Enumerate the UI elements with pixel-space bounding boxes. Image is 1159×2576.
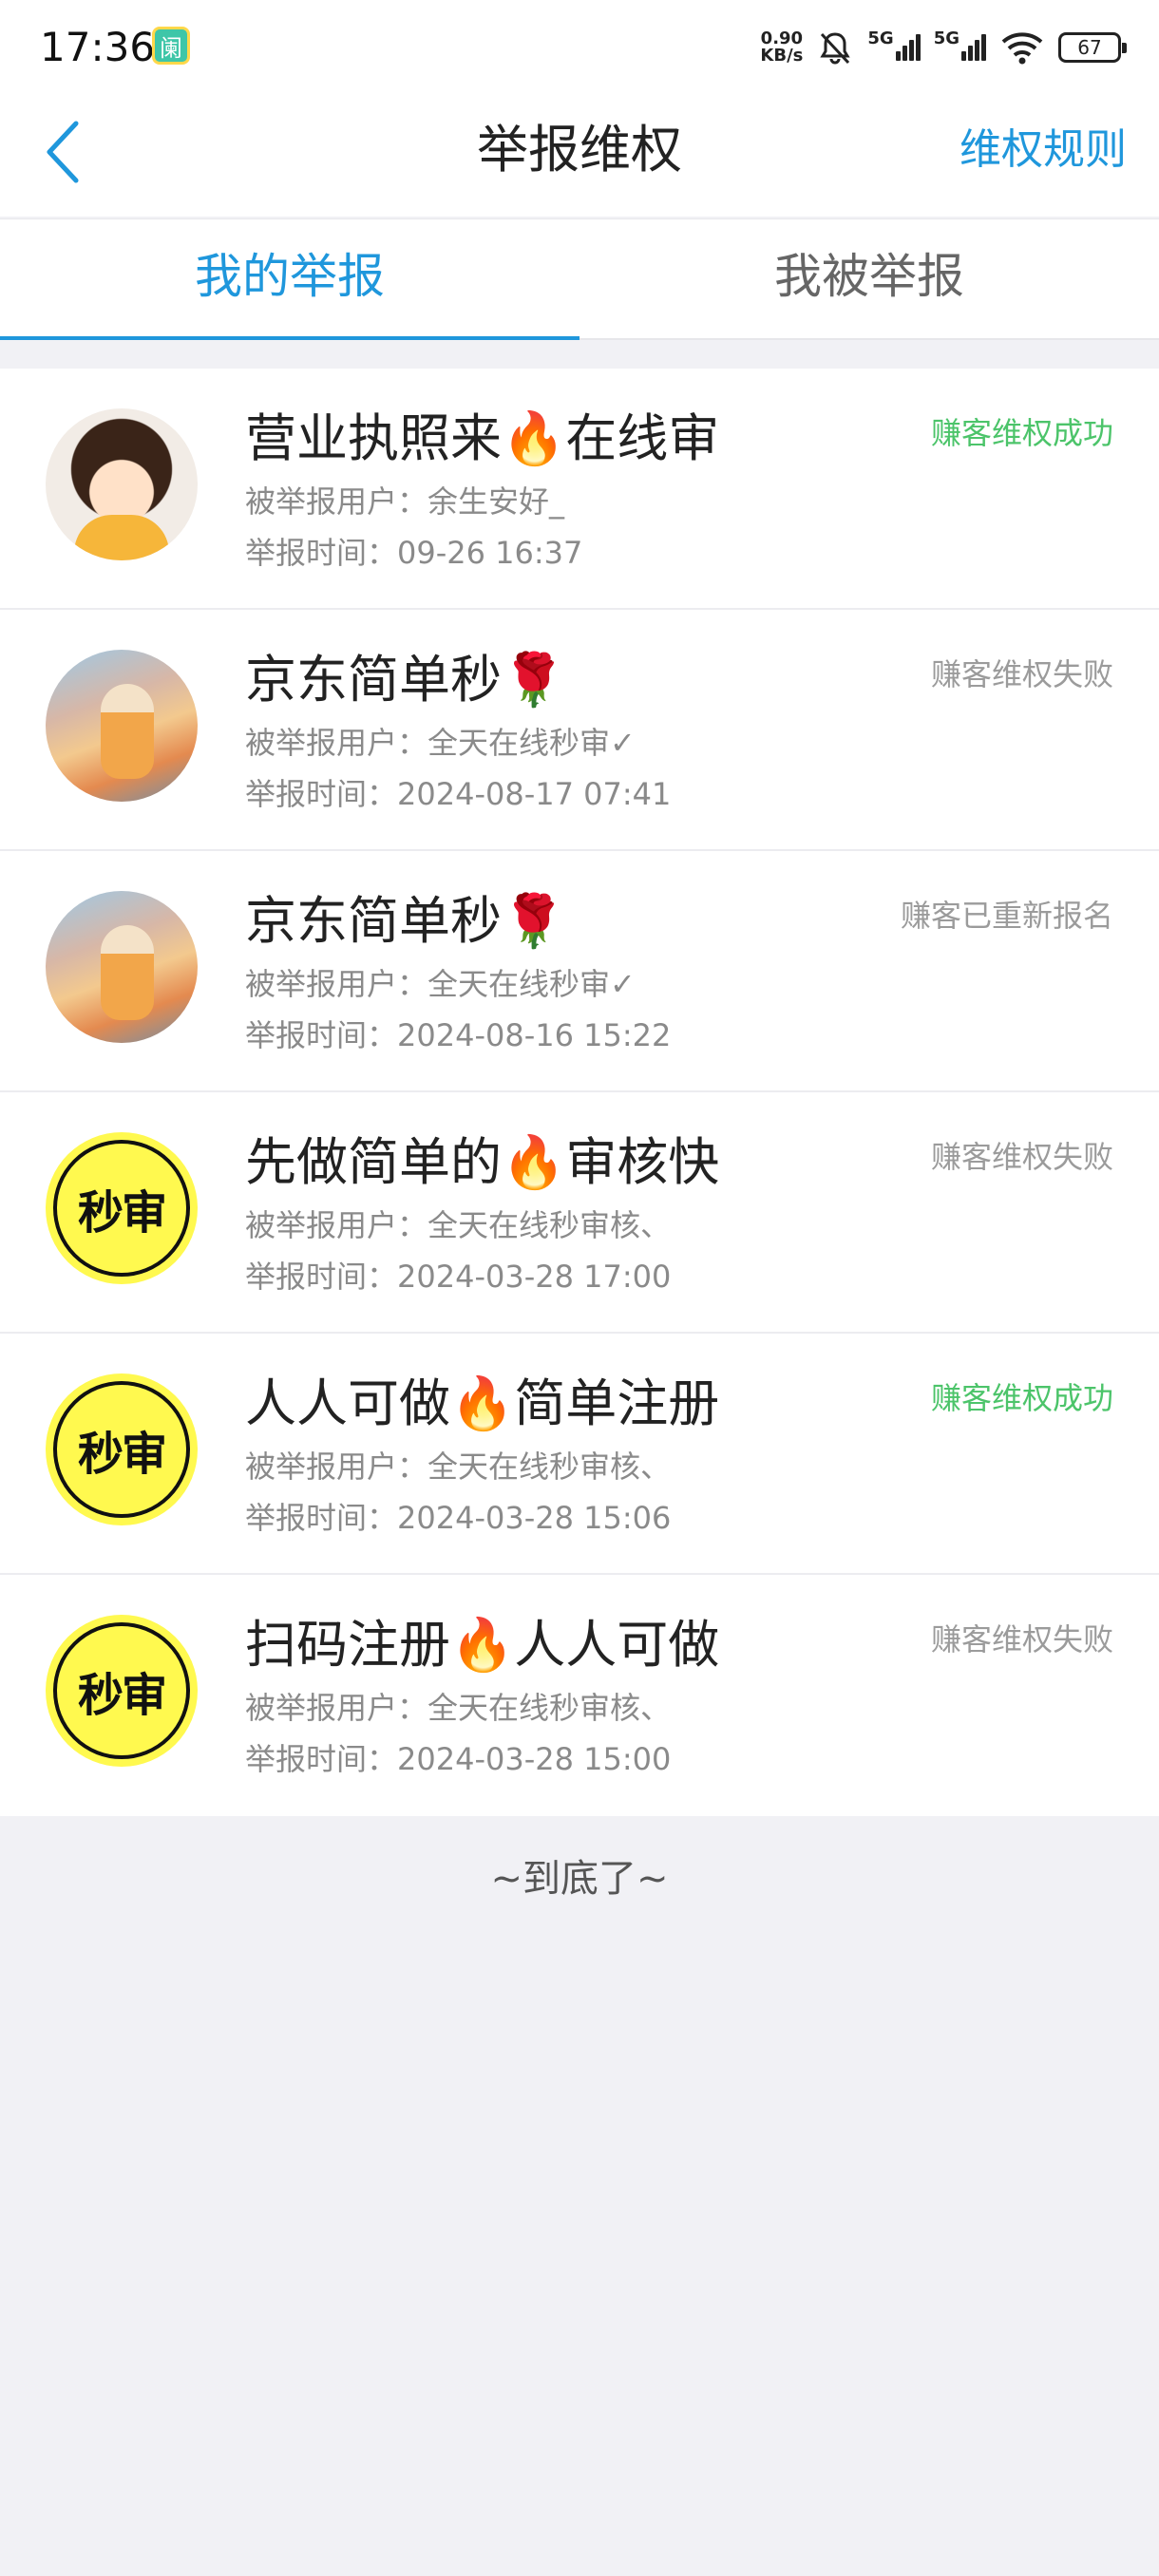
- signal-icon: 5G: [867, 28, 921, 61]
- avatar: [46, 891, 198, 1043]
- reported-user: 被举报用户：全天在线秒审✓: [245, 725, 636, 761]
- tab-bar: 我的举报 我被举报: [0, 218, 1159, 340]
- reported-user: 被举报用户：全天在线秒审核、: [245, 1449, 672, 1485]
- signal-icon-2: 5G: [934, 28, 986, 61]
- report-item[interactable]: 秒审 扫码注册🔥人人可做 赚客维权失败 被举报用户：全天在线秒审核、 举报时间：…: [0, 1575, 1159, 1816]
- silent-bell-icon: [820, 32, 851, 65]
- report-title: 营业执照来🔥在线审: [245, 408, 720, 468]
- avatar-text: 秒审: [53, 1381, 190, 1518]
- avatar-text: 秒审: [53, 1140, 190, 1277]
- report-time: 举报时间：2024-03-28 15:00: [245, 1741, 672, 1777]
- report-item[interactable]: 秒审 人人可做🔥简单注册 赚客维权成功 被举报用户：全天在线秒审核、 举报时间：…: [0, 1334, 1159, 1575]
- status-bar: 17:36 阑 0.90 KB/s 5G 5G 67: [0, 0, 1159, 95]
- report-time: 举报时间：2024-03-28 17:00: [245, 1259, 672, 1295]
- status-badge: 赚客维权失败: [930, 1621, 1113, 1657]
- status-icons: 0.90 KB/s 5G 5G 67: [760, 21, 1127, 74]
- end-of-list-note: ~到底了~: [490, 1857, 669, 1901]
- avatar: [46, 408, 198, 560]
- signal-label-1: 5G: [867, 28, 894, 48]
- reported-user: 被举报用户：全天在线秒审✓: [245, 966, 636, 1002]
- report-time: 举报时间：09-26 16:37: [245, 535, 583, 571]
- avatar: 秒审: [46, 1615, 198, 1767]
- reported-user: 被举报用户：全天在线秒审核、: [245, 1207, 672, 1243]
- status-badge: 赚客维权失败: [930, 1139, 1113, 1175]
- reported-user: 被举报用户：全天在线秒审核、: [245, 1690, 672, 1726]
- tab-reported-against-me[interactable]: 我被举报: [580, 219, 1159, 338]
- status-badge: 赚客已重新报名: [900, 898, 1113, 934]
- avatar: [46, 650, 198, 802]
- report-item[interactable]: 京东简单秒🌹 赚客维权失败 被举报用户：全天在线秒审✓ 举报时间：2024-08…: [0, 610, 1159, 851]
- rules-link[interactable]: 维权规则: [960, 122, 1127, 179]
- report-item[interactable]: 营业执照来🔥在线审 赚客维权成功 被举报用户：余生安好_ 举报时间：09-26 …: [0, 369, 1159, 610]
- report-item[interactable]: 京东简单秒🌹 赚客已重新报名 被举报用户：全天在线秒审✓ 举报时间：2024-0…: [0, 851, 1159, 1092]
- network-speed-unit: KB/s: [760, 46, 804, 66]
- network-speed: 0.90 KB/s: [760, 30, 803, 65]
- app-notification-icon: 阑: [152, 27, 190, 65]
- avatar: 秒审: [46, 1373, 198, 1525]
- reported-user: 被举报用户：余生安好_: [245, 483, 565, 520]
- signal-label-2: 5G: [933, 28, 960, 48]
- report-time: 举报时间：2024-08-16 15:22: [245, 1017, 672, 1053]
- report-title: 人人可做🔥简单注册: [245, 1373, 720, 1433]
- nav-header: 举报维权 维权规则: [0, 95, 1159, 217]
- report-time: 举报时间：2024-03-28 15:06: [245, 1500, 672, 1536]
- status-badge: 赚客维权成功: [930, 1380, 1113, 1416]
- report-time: 举报时间：2024-08-17 07:41: [245, 776, 672, 812]
- avatar-text: 秒审: [53, 1622, 190, 1759]
- report-title: 京东简单秒🌹: [245, 891, 566, 951]
- report-list: 营业执照来🔥在线审 赚客维权成功 被举报用户：余生安好_ 举报时间：09-26 …: [0, 369, 1159, 1816]
- avatar: 秒审: [46, 1132, 198, 1284]
- battery-icon: 67: [1058, 32, 1127, 63]
- status-time: 17:36: [40, 24, 156, 70]
- wifi-icon: [1001, 32, 1043, 65]
- status-badge: 赚客维权成功: [930, 415, 1113, 451]
- report-title: 先做简单的🔥审核快: [245, 1132, 720, 1192]
- status-badge: 赚客维权失败: [930, 656, 1113, 692]
- tab-my-reports[interactable]: 我的举报: [0, 219, 580, 340]
- report-item[interactable]: 秒审 先做简单的🔥审核快 赚客维权失败 被举报用户：全天在线秒审核、 举报时间：…: [0, 1092, 1159, 1334]
- report-title: 扫码注册🔥人人可做: [245, 1615, 720, 1675]
- report-title: 京东简单秒🌹: [245, 650, 566, 710]
